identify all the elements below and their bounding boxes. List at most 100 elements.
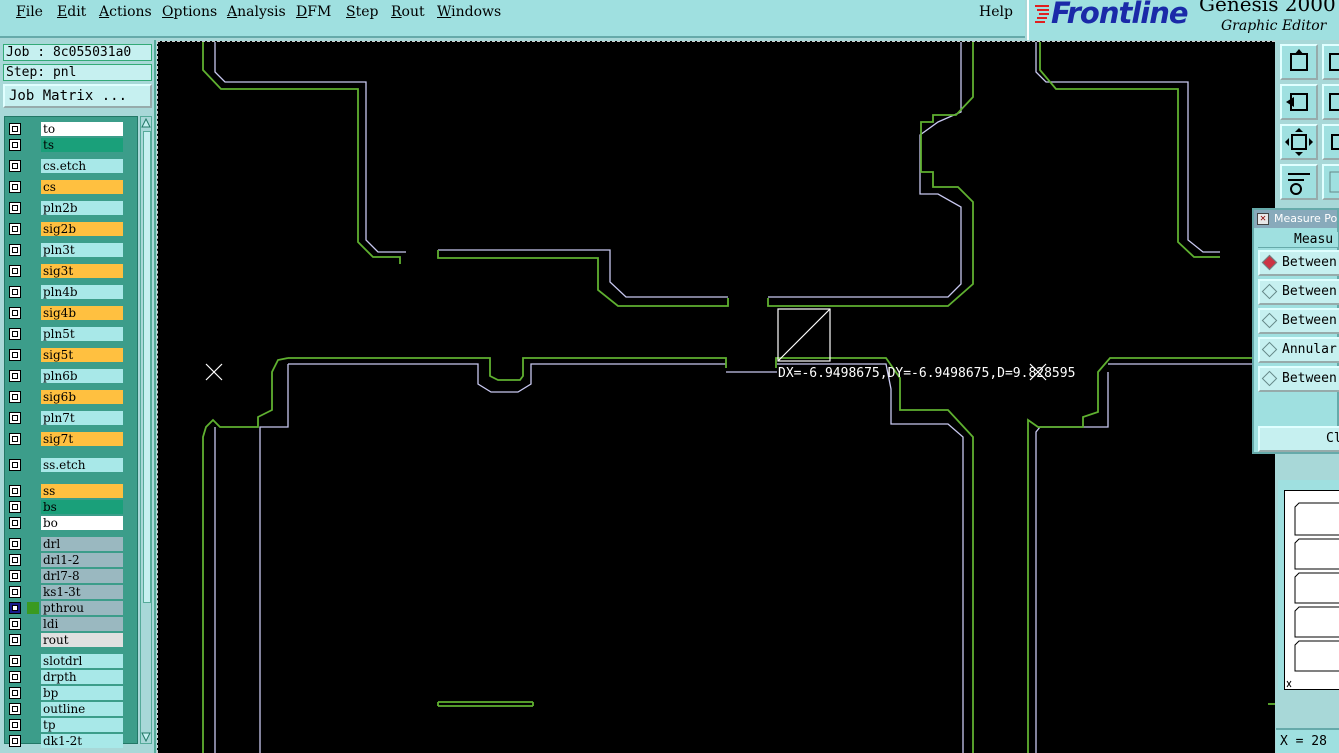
layer-checkbox[interactable] (9, 286, 21, 298)
grid-button[interactable] (1322, 164, 1339, 200)
layer-checkbox[interactable] (9, 703, 21, 715)
layer-name[interactable]: sig5t (41, 348, 123, 362)
layer-checkbox[interactable] (9, 501, 21, 513)
layer-name[interactable]: bp (41, 686, 123, 700)
scroll-up-icon[interactable] (141, 117, 151, 129)
layer-row-sig7t[interactable]: sig7t (5, 431, 139, 447)
layer-checkbox[interactable] (9, 485, 21, 497)
layer-name[interactable]: pln3t (41, 243, 123, 257)
graphic-settings-button[interactable] (1280, 164, 1318, 200)
zoom-home-button[interactable] (1280, 44, 1318, 80)
layer-row-pln4b[interactable]: pln4b (5, 284, 139, 300)
layer-row-pln7t[interactable]: pln7t (5, 410, 139, 426)
zoom-fit-button[interactable] (1322, 124, 1339, 160)
layer-row-pln6b[interactable]: pln6b (5, 368, 139, 384)
layer-name[interactable]: ss.etch (41, 458, 123, 472)
layer-name[interactable]: sig7t (41, 432, 123, 446)
layer-row-sig3t[interactable]: sig3t (5, 263, 139, 279)
layer-name[interactable]: ks1-3t (41, 585, 123, 599)
layer-checkbox[interactable] (9, 160, 21, 172)
layer-row-bs[interactable]: bs (5, 499, 139, 515)
layer-name[interactable]: ss (41, 484, 123, 498)
layer-name[interactable]: to (41, 122, 123, 136)
layer-name[interactable]: pln6b (41, 369, 123, 383)
layer-name[interactable]: cs (41, 180, 123, 194)
layer-checkbox[interactable] (9, 586, 21, 598)
layer-row-drl[interactable]: drl (5, 536, 139, 552)
layer-checkbox[interactable] (9, 181, 21, 193)
scroll-down-icon[interactable] (141, 731, 151, 743)
layer-scrollbar[interactable] (140, 116, 152, 744)
layer-name[interactable]: sig6b (41, 390, 123, 404)
window-button[interactable] (1322, 44, 1339, 80)
layer-row-ss[interactable]: ss (5, 483, 139, 499)
layer-row-bp[interactable]: bp (5, 685, 139, 701)
measure-option-between-4[interactable]: Between (1258, 366, 1339, 392)
menu-actions[interactable]: Actions (99, 4, 152, 20)
layer-checkbox[interactable] (9, 634, 21, 646)
measure-option-between-3[interactable]: Between (1258, 308, 1339, 334)
layer-name[interactable]: sig3t (41, 264, 123, 278)
layer-name[interactable]: sig2b (41, 222, 123, 236)
layer-row-pln2b[interactable]: pln2b (5, 200, 139, 216)
layer-row-ldi[interactable]: ldi (5, 616, 139, 632)
layer-name[interactable]: ts (41, 138, 123, 152)
layer-name[interactable]: bo (41, 516, 123, 530)
menu-step[interactable]: Step (346, 4, 378, 20)
layer-row-pthrou[interactable]: pthrou (5, 600, 139, 616)
layer-row-sig6b[interactable]: sig6b (5, 389, 139, 405)
layer-checkbox[interactable] (9, 538, 21, 550)
layer-checkbox[interactable] (9, 370, 21, 382)
measure-close-button[interactable]: Cl (1258, 426, 1339, 452)
menu-edit[interactable]: Edit (57, 4, 86, 20)
layer-name[interactable]: pln4b (41, 285, 123, 299)
layer-name[interactable]: tp (41, 718, 123, 732)
layer-checkbox[interactable] (9, 307, 21, 319)
layer-checkbox[interactable] (9, 719, 21, 731)
overview-map[interactable] (1278, 480, 1339, 690)
layer-checkbox[interactable] (9, 671, 21, 683)
layer-row-pln5t[interactable]: pln5t (5, 326, 139, 342)
layer-name[interactable]: drl7-8 (41, 569, 123, 583)
layer-name[interactable]: pln5t (41, 327, 123, 341)
menu-options[interactable]: Options (162, 4, 217, 20)
fit-screen-button[interactable] (1280, 124, 1318, 160)
menu-help[interactable]: Help (979, 4, 1013, 20)
layer-name[interactable]: pln7t (41, 411, 123, 425)
layer-name[interactable]: outline (41, 702, 123, 716)
layer-checkbox[interactable] (9, 412, 21, 424)
layer-name[interactable]: drpth (41, 670, 123, 684)
layer-row-sig2b[interactable]: sig2b (5, 221, 139, 237)
layer-row-pln3t[interactable]: pln3t (5, 242, 139, 258)
layer-checkbox[interactable] (9, 139, 21, 151)
layer-row-drl1-2[interactable]: drl1-2 (5, 552, 139, 568)
measure-option-between-1[interactable]: Between (1258, 250, 1339, 276)
layer-name[interactable]: dk1-2t (41, 734, 123, 748)
layer-checkbox[interactable] (9, 554, 21, 566)
layer-checkbox[interactable] (9, 433, 21, 445)
menu-file[interactable]: File (16, 4, 43, 20)
layer-row-drpth[interactable]: drpth (5, 669, 139, 685)
layer-name[interactable]: bs (41, 500, 123, 514)
layer-checkbox[interactable] (9, 244, 21, 256)
measure-option-annular[interactable]: Annular (1258, 337, 1339, 363)
layer-name[interactable]: pthrou (41, 601, 123, 615)
layer-row-rout[interactable]: rout (5, 632, 139, 648)
scroll-thumb[interactable] (143, 131, 151, 603)
layer-name[interactable]: pln2b (41, 201, 123, 215)
zoom-previous-button[interactable] (1280, 84, 1318, 120)
layer-checkbox[interactable] (9, 570, 21, 582)
layer-checkbox[interactable] (9, 328, 21, 340)
layer-row-cs[interactable]: cs (5, 179, 139, 195)
layer-row-tp[interactable]: tp (5, 717, 139, 733)
layer-row-ss.etch[interactable]: ss.etch (5, 457, 139, 473)
layer-row-to[interactable]: to (5, 121, 139, 137)
menu-analysis[interactable]: Analysis (227, 4, 286, 20)
menu-dfm[interactable]: DFM (296, 4, 331, 20)
layer-checkbox[interactable] (9, 687, 21, 699)
layer-row-ts[interactable]: ts (5, 137, 139, 153)
pan-button[interactable] (1322, 84, 1339, 120)
close-icon[interactable]: ✕ (1257, 213, 1269, 225)
layer-checkbox[interactable] (9, 602, 21, 614)
layer-checkbox[interactable] (9, 735, 21, 747)
